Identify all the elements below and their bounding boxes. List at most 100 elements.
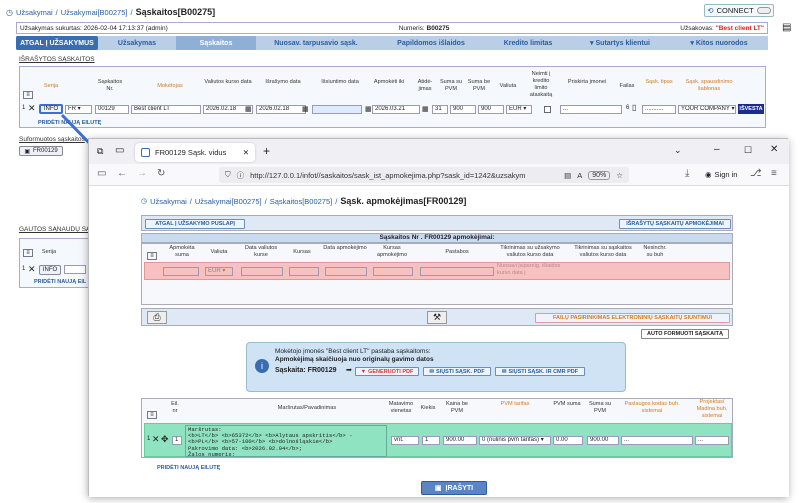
route-textarea[interactable]: Maršrutas: <b>LT</b> <b>65372</b> <b>Aly…: [185, 425, 387, 457]
paid-sum-input[interactable]: [163, 267, 199, 276]
menu-icon[interactable]: ≡: [23, 249, 33, 257]
add-row-link[interactable]: PRIDĖTI NAUJĄ EILUTĘ: [38, 120, 101, 126]
scanner-icon[interactable]: ⎙: [147, 311, 167, 324]
tab-contracts[interactable]: ▾ Sutartys klientui: [570, 39, 670, 47]
crumb-orders[interactable]: Užsakymai: [150, 197, 187, 206]
back-icon[interactable]: ←: [117, 168, 127, 179]
rate-input[interactable]: [289, 267, 319, 276]
serija-select[interactable]: FR ▾: [65, 105, 92, 114]
notes-input[interactable]: [420, 267, 494, 276]
tab-overview-icon[interactable]: ⧉: [97, 146, 103, 157]
sidebar-icon[interactable]: ▭: [97, 168, 106, 179]
connect-button[interactable]: ⟲ CONNECT: [704, 4, 774, 17]
info-button[interactable]: INFO: [39, 265, 61, 275]
download-icon[interactable]: ⤓: [685, 168, 689, 179]
service-code-select[interactable]: ...: [621, 436, 693, 445]
tab-invoices[interactable]: Sąskaitos: [176, 36, 256, 50]
bookmark-icon[interactable]: ☆: [616, 171, 623, 180]
project-select[interactable]: ...: [695, 436, 729, 445]
back-to-order-button[interactable]: ATGAL Į UŽSAKYMO PUSLAPĮ: [145, 219, 245, 229]
template-select[interactable]: YOUR COMPANY ▾: [678, 105, 736, 114]
currency-select[interactable]: EUR ▾: [506, 105, 532, 114]
delete-icon[interactable]: ✕: [28, 103, 36, 114]
generate-pdf-button[interactable]: ▼ GENERUOTI PDF: [355, 367, 419, 376]
add-row-link[interactable]: PRIDĖTI NAUJĄ EIL: [34, 279, 86, 285]
calendar-icon[interactable]: ▦: [302, 105, 309, 113]
translate-icon[interactable]: A: [577, 171, 582, 180]
tab-order[interactable]: Užsakymas: [98, 40, 176, 47]
vat-sum-input[interactable]: 0.00: [553, 436, 583, 445]
reader-icon[interactable]: ▤: [564, 171, 571, 180]
delay-input[interactable]: 31: [432, 105, 448, 114]
container-icon[interactable]: ▭: [115, 145, 124, 156]
tab-list-icon[interactable]: ⌄: [674, 145, 682, 156]
tab-own-invoices[interactable]: Nuosav. tarpusavio sąsk.: [256, 40, 376, 47]
move-icon[interactable]: ✥: [161, 434, 169, 445]
menu-icon[interactable]: ≡: [147, 411, 157, 419]
connect-toggle[interactable]: [756, 7, 771, 14]
menu-icon[interactable]: ≡: [771, 168, 777, 179]
extensions-icon[interactable]: ⎇: [750, 168, 762, 179]
close-window-icon[interactable]: ✕: [770, 144, 778, 155]
line-nr-input[interactable]: 1: [172, 436, 182, 445]
auto-form-button[interactable]: AUTO FORMUOTI SĄSKAITĄ: [641, 329, 729, 339]
send-date-input[interactable]: [312, 105, 362, 114]
calendar-icon[interactable]: ▦: [365, 105, 372, 113]
reload-icon[interactable]: ↻: [157, 168, 165, 179]
send-cmr-button[interactable]: ✉ SIŲSTI SĄSK. IR CMR PDF: [495, 367, 585, 376]
forward-icon[interactable]: →: [137, 168, 147, 179]
tab-back-to-orders[interactable]: ATGAL Į UŽSAKYMUS: [16, 36, 98, 50]
sum-novat-input[interactable]: 900: [478, 105, 504, 114]
currency-select[interactable]: EUR ▾: [205, 267, 233, 276]
menu-icon[interactable]: ≡: [147, 252, 157, 260]
qty-input[interactable]: 1: [422, 436, 440, 445]
type-select[interactable]: ...........: [642, 105, 676, 114]
tab-credit-limit[interactable]: Kredito limitas: [486, 40, 570, 47]
send-pdf-button[interactable]: ✉ SIŲSTI SĄSK. PDF: [423, 367, 491, 376]
invoice-chip[interactable]: ▣ FR00129: [19, 146, 63, 156]
tools-icon[interactable]: ⚒: [427, 311, 447, 324]
credit-checkbox[interactable]: [544, 106, 551, 113]
sign-in-button[interactable]: ◉ Sign in: [705, 170, 737, 179]
add-line-link[interactable]: PRIDĖTI NAUJĄ EILUTĘ: [157, 465, 220, 471]
rate-date-input[interactable]: [241, 267, 283, 276]
pay-rate-input[interactable]: [373, 267, 413, 276]
issued-payments-button[interactable]: IŠRAŠYTŲ SĄSKAITŲ APMOKĖJIMAI: [619, 219, 731, 229]
nr-input[interactable]: 00129: [95, 105, 129, 114]
unit-input[interactable]: vnt.: [391, 436, 419, 445]
pay-date-input[interactable]: [325, 267, 367, 276]
minimize-icon[interactable]: –: [714, 144, 720, 155]
sum-vat-input[interactable]: 900: [450, 105, 476, 114]
file-icon[interactable]: ▯: [632, 103, 636, 112]
calendar-icon[interactable]: ▦: [422, 105, 429, 113]
company-select[interactable]: ...: [560, 105, 622, 114]
browser-tab-active[interactable]: FR00129 Sąsk. vidus ✕: [135, 143, 255, 162]
delete-icon[interactable]: ✕: [28, 264, 36, 275]
vat-rate-select[interactable]: 0 (nulinis pvm tarifas) ▾: [479, 436, 551, 445]
new-tab-icon[interactable]: +: [263, 144, 270, 158]
close-tab-icon[interactable]: ✕: [243, 148, 249, 157]
due-date-input[interactable]: 2026.03.21: [372, 105, 420, 114]
printer-icon[interactable]: ▤: [782, 22, 791, 33]
crumb-invoices[interactable]: Sąskaitos[B00275]: [270, 197, 333, 206]
crumb-orders[interactable]: Užsakymai: [16, 8, 53, 17]
zoom-level[interactable]: 90%: [588, 170, 611, 180]
tab-extra-costs[interactable]: Papildomos išlaidos: [376, 40, 486, 47]
total-input[interactable]: 900.00: [587, 436, 619, 445]
menu-icon[interactable]: ≡: [23, 91, 33, 99]
issued-button[interactable]: IŠVESTA: [738, 104, 764, 114]
price-input[interactable]: 900.00: [443, 436, 477, 445]
info-button[interactable]: INFO: [39, 104, 63, 114]
payer-input[interactable]: Best client LT: [131, 105, 201, 114]
issue-date-input[interactable]: 2026.02.18: [256, 105, 306, 114]
url-field[interactable]: ⛉ ⓘ http://127.0.0.1/infot//saskaitos/sa…: [219, 167, 629, 183]
delete-icon[interactable]: ✕: [152, 434, 160, 445]
save-button[interactable]: ▣ ĮRAŠYTI: [421, 481, 487, 495]
tab-other-links[interactable]: ▾ Kitos nuorodos: [670, 39, 768, 47]
crumb-order[interactable]: Užsakymai[B00275]: [61, 8, 128, 17]
serija-input[interactable]: [64, 265, 86, 274]
crumb-order[interactable]: Užsakymai[B00275]: [195, 197, 262, 206]
efile-select-button[interactable]: FAILŲ PASIRINKIMAS ELEKTRONINIŲ SĄSKAITŲ…: [535, 313, 730, 323]
calendar-icon[interactable]: ▦: [245, 105, 252, 113]
maximize-icon[interactable]: ☐: [744, 145, 752, 156]
